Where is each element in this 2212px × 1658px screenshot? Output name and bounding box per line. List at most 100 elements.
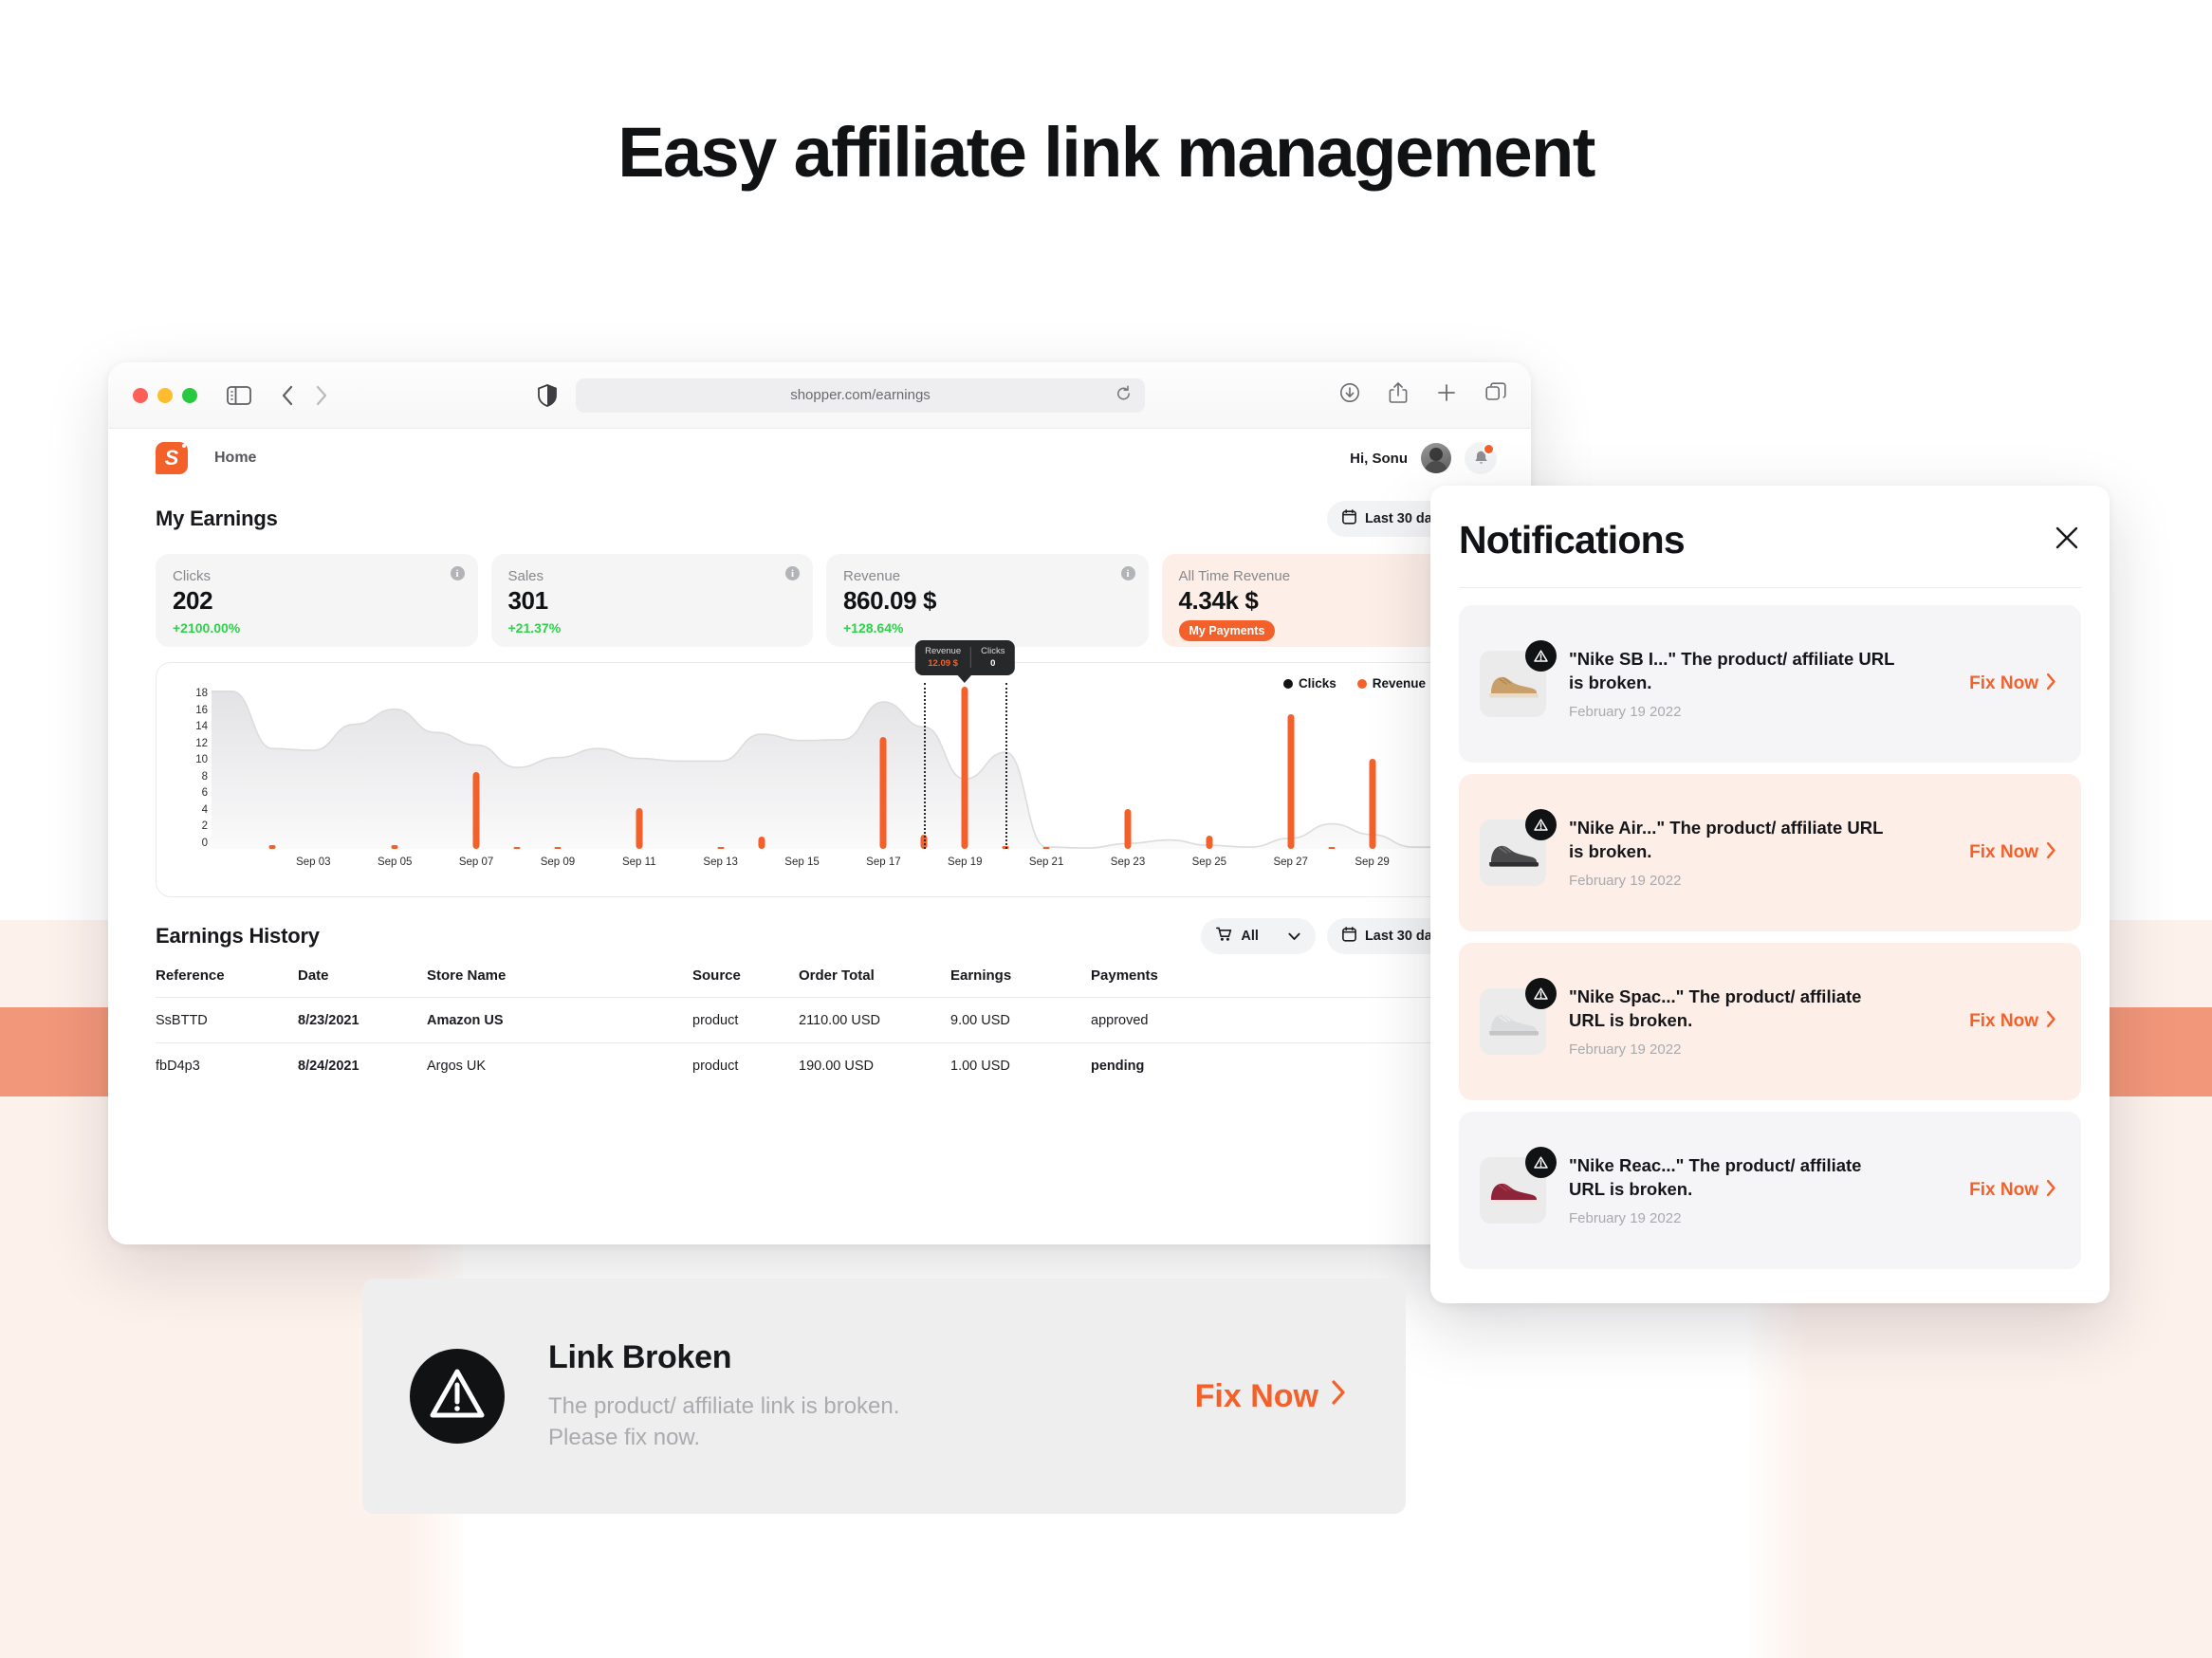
stat-label: Sales: [507, 568, 544, 584]
info-icon[interactable]: i: [1120, 566, 1135, 580]
close-icon[interactable]: [2053, 524, 2081, 557]
revenue-bar[interactable]: [758, 837, 765, 849]
fix-now-label: Fix Now: [1969, 1180, 2038, 1200]
fix-now-link[interactable]: Fix Now: [1969, 672, 2056, 696]
notification-item[interactable]: "Nike Air..." The product/ affiliate URL…: [1459, 774, 2081, 931]
new-tab-icon[interactable]: [1436, 382, 1457, 408]
notification-message: "Nike Air..." The product/ affiliate URL…: [1569, 818, 1884, 861]
fix-now-link[interactable]: Fix Now: [1969, 1179, 2056, 1203]
column-header-payments: Payments: [1091, 967, 1158, 984]
history-source-filter[interactable]: All: [1201, 918, 1316, 954]
notification-date: February 19 2022: [1569, 1041, 1682, 1058]
revenue-bar[interactable]: [1369, 759, 1376, 849]
browser-chrome-bar: shopper.com/earnings: [108, 362, 1531, 429]
notification-item[interactable]: "Nike SB I..." The product/ affiliate UR…: [1459, 605, 2081, 763]
tabs-icon[interactable]: [1485, 382, 1506, 408]
y-tick-left: 16: [195, 704, 208, 716]
stat-value: 202: [173, 586, 213, 615]
share-icon[interactable]: [1389, 381, 1408, 409]
notification-thumbnail-wrap: [1480, 978, 1557, 1055]
notification-text: "Nike Spac..." The product/ affiliate UR…: [1569, 986, 1901, 1057]
nav-item-home[interactable]: Home: [214, 450, 256, 467]
shoe-icon: [1489, 845, 1539, 867]
chart-canvas: Revenue 12.09 $ Clicks 0: [212, 639, 1433, 849]
y-tick-left: 18: [195, 688, 208, 699]
y-tick-left: 4: [201, 803, 208, 816]
revenue-bar[interactable]: [268, 845, 276, 849]
notification-date: February 19 2022: [1569, 703, 1682, 720]
chevron-down-icon: [1288, 932, 1300, 941]
info-icon[interactable]: i: [785, 566, 800, 580]
warning-icon: [408, 1347, 507, 1446]
earnings-page: My Earnings Last 30 days i Clicks 202 +2…: [108, 488, 1531, 1088]
avatar[interactable]: [1421, 443, 1451, 473]
fix-now-link[interactable]: Fix Now: [1969, 1010, 2056, 1034]
fix-now-label: Fix Now: [1969, 673, 2038, 693]
chart-y-axis-left: 18 16 14 12 10 8 6 4 2 0: [183, 688, 208, 849]
x-tick-label: Sep 09: [540, 857, 576, 868]
revenue-bar[interactable]: [879, 737, 887, 849]
fix-now-label: Fix Now: [1969, 1011, 2038, 1031]
x-tick-label: Sep 11: [621, 857, 656, 868]
zoom-window-button[interactable]: [182, 387, 197, 403]
column-header-reference: Reference: [156, 967, 225, 984]
revenue-bar[interactable]: [554, 846, 562, 849]
notification-item[interactable]: "Nike Reac..." The product/ affiliate UR…: [1459, 1112, 2081, 1269]
chevron-right-icon: [2046, 1010, 2056, 1034]
tooltip-guide-line: [924, 683, 927, 849]
cell-payments: approved: [1091, 997, 1484, 1043]
revenue-bar[interactable]: [1124, 808, 1132, 849]
download-icon[interactable]: [1339, 382, 1360, 408]
close-window-button[interactable]: [133, 387, 148, 403]
link-broken-title: Link Broken: [548, 1339, 732, 1376]
link-broken-subtitle-line: Please fix now.: [548, 1424, 701, 1450]
revenue-bar[interactable]: [1328, 846, 1336, 849]
shoe-icon: [1489, 676, 1539, 698]
link-broken-card: Link Broken The product/ affiliate link …: [362, 1279, 1406, 1514]
x-tick-label: Sep 05: [377, 857, 413, 868]
app-header: S Home Hi, Sonu: [108, 429, 1531, 488]
revenue-bar[interactable]: [391, 844, 398, 849]
notification-message: "Nike SB I..." The product/ affiliate UR…: [1569, 649, 1895, 692]
stat-label: Clicks: [173, 568, 211, 584]
revenue-bar[interactable]: [717, 846, 725, 849]
page-title: My Earnings: [156, 507, 278, 530]
chart-plot-area: 18 16 14 12 10 8 6 4 2 0 12 10 8 6 4 2 0 Revenue12.09 $…: [166, 639, 1473, 891]
revenue-bar[interactable]: [1287, 714, 1295, 849]
minimize-window-button[interactable]: [157, 387, 173, 403]
sidebar-icon[interactable]: [224, 380, 254, 411]
revenue-bar[interactable]: [472, 772, 480, 849]
revenue-bar[interactable]: [636, 807, 643, 849]
back-icon[interactable]: [275, 381, 300, 410]
revenue-bar[interactable]: [1042, 846, 1050, 849]
cell-order-total: 190.00 USD: [799, 1042, 950, 1088]
cell-date: 8/23/2021: [298, 997, 427, 1043]
revenue-bar[interactable]: [1206, 835, 1213, 849]
fix-now-button[interactable]: Fix Now: [1195, 1378, 1347, 1415]
x-tick-label: Sep 25: [1191, 857, 1227, 868]
notification-thumbnail-wrap: [1480, 809, 1557, 886]
notifications-bell-button[interactable]: [1465, 442, 1497, 474]
stat-value: 301: [507, 586, 549, 615]
notification-item[interactable]: "Nike Spac..." The product/ affiliate UR…: [1459, 943, 2081, 1100]
info-icon[interactable]: i: [450, 566, 465, 580]
brand-logo[interactable]: S: [156, 442, 188, 474]
user-greeting: Hi, Sonu: [1350, 450, 1408, 467]
chart-svg: [212, 688, 1433, 849]
revenue-bar[interactable]: [961, 686, 968, 849]
cart-icon: [1216, 927, 1232, 946]
revenue-bar[interactable]: [513, 846, 521, 849]
stat-delta: +128.64%: [843, 620, 904, 636]
tooltip-separator: [970, 646, 972, 668]
y-tick-left: 8: [201, 770, 208, 783]
forward-icon[interactable]: [309, 381, 334, 410]
reload-icon[interactable]: [1115, 385, 1132, 405]
shield-icon[interactable]: [538, 383, 557, 407]
fix-now-label: Fix Now: [1194, 1377, 1318, 1414]
my-payments-button[interactable]: My Payments: [1178, 620, 1276, 641]
url-bar[interactable]: shopper.com/earnings: [576, 378, 1145, 413]
earnings-chart-card: Clicks Revenue 18 16 14 12 10 8 6 4 2 0 12 10 8 6 4 2 0…: [156, 639, 1484, 897]
fix-now-link[interactable]: Fix Now: [1969, 841, 2056, 865]
table-row[interactable]: fbD4p3 8/24/2021 Argos UK product 190.00…: [156, 1042, 1484, 1088]
table-row[interactable]: SsBTTD 8/23/2021 Amazon US product 2110.…: [156, 997, 1484, 1043]
